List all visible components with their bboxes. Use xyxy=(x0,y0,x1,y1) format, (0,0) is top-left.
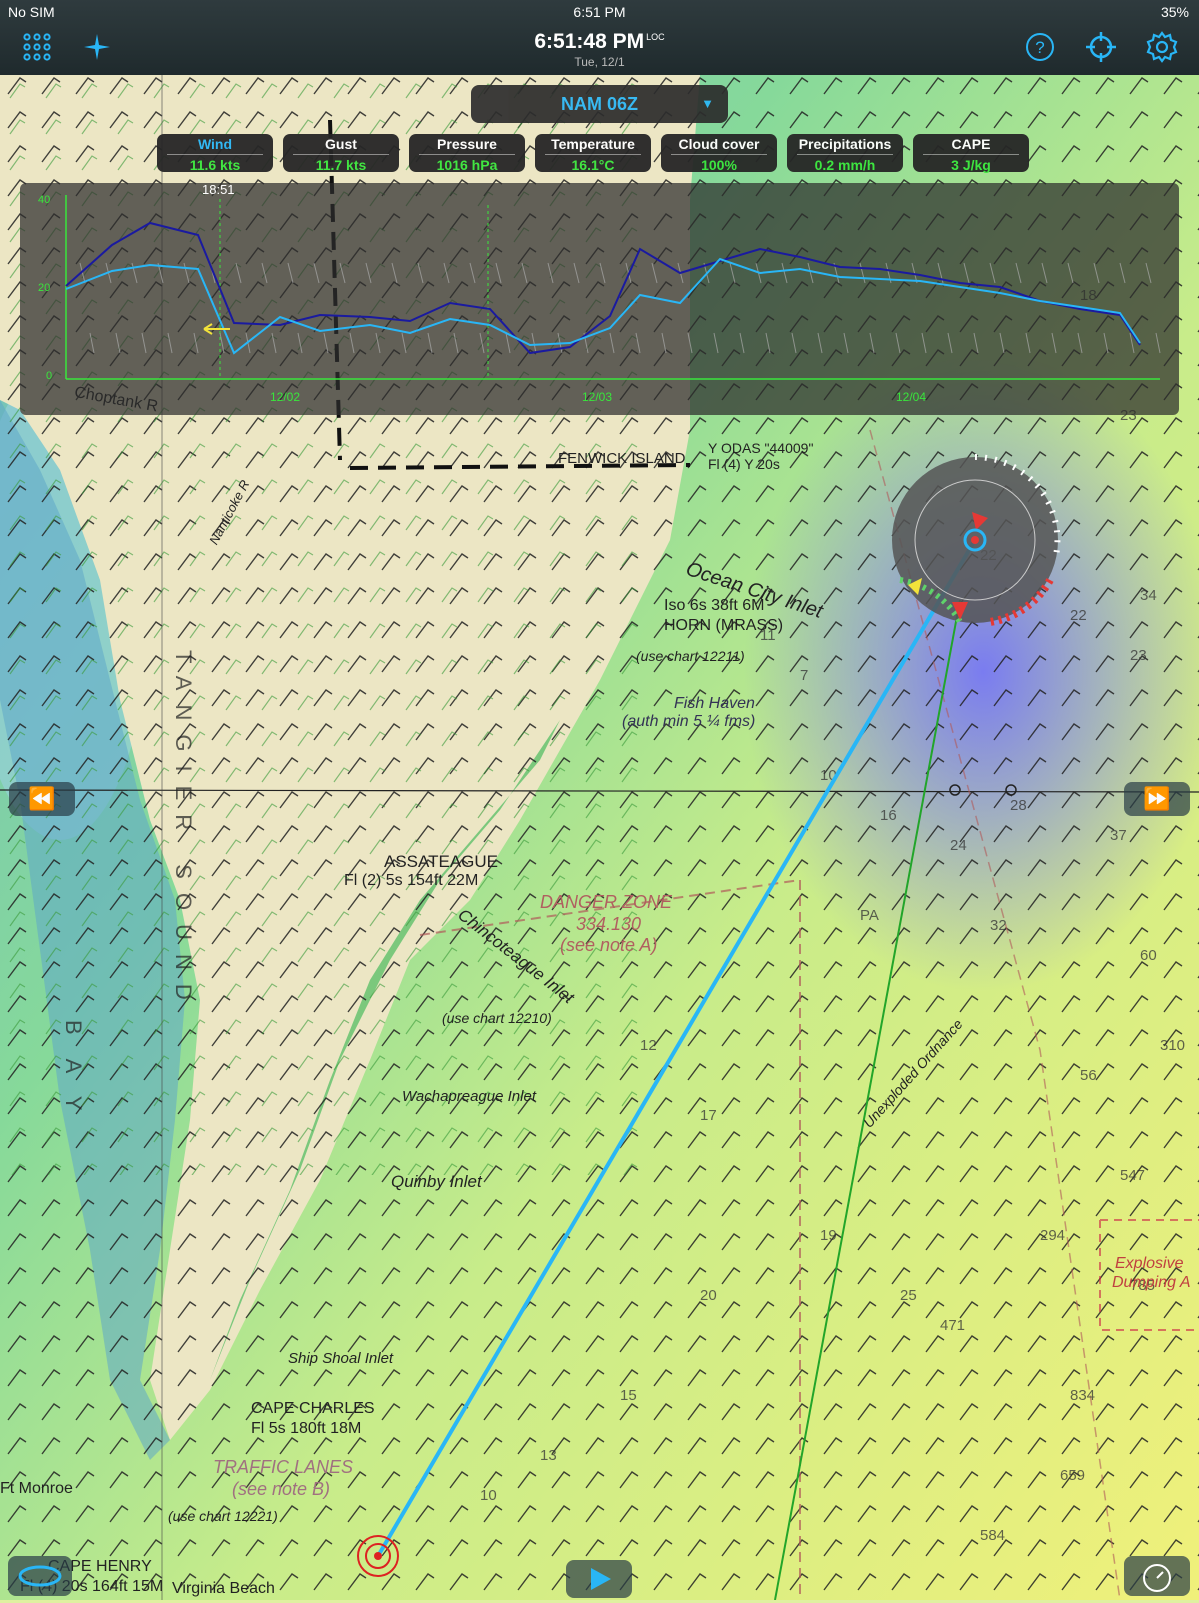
svg-text:23: 23 xyxy=(1130,647,1147,664)
svg-text:834: 834 xyxy=(1070,1387,1095,1404)
metric-value: 11.6 kts xyxy=(189,157,241,173)
metric-value: 0.2 mm/h xyxy=(814,157,876,173)
weather-model-selector[interactable]: NAM 06Z ▼ xyxy=(471,85,728,123)
metric-tab-cape[interactable]: CAPE 3 J/kg xyxy=(913,134,1029,173)
svg-text:15: 15 xyxy=(620,1387,637,1404)
svg-text:471: 471 xyxy=(940,1317,965,1334)
forecast-graph: 18:51 40 20 0 12/02 12/03 12/04 xyxy=(20,182,1179,415)
graph-ytick-0: 0 xyxy=(46,370,52,382)
svg-text:20: 20 xyxy=(700,1287,717,1304)
timer-button[interactable] xyxy=(1124,1556,1190,1596)
svg-text:60: 60 xyxy=(1140,947,1157,964)
graph-cursor-label: 18:51 xyxy=(202,183,235,197)
stopwatch-icon xyxy=(1143,1564,1171,1592)
metric-value: 1016 hPa xyxy=(436,157,498,173)
svg-text:785: 785 xyxy=(1130,1277,1155,1294)
svg-text:11: 11 xyxy=(760,627,776,644)
metric-label: Precipitations xyxy=(798,136,892,152)
metric-label: CAPE xyxy=(951,136,991,152)
svg-text:22: 22 xyxy=(1070,607,1087,624)
graph-xtick-1204: 12/04 xyxy=(896,390,926,404)
fast-forward-icon: ⏩ xyxy=(1143,786,1171,811)
play-icon xyxy=(591,1568,611,1590)
metric-label: Temperature xyxy=(551,136,635,152)
svg-text:16: 16 xyxy=(880,807,897,824)
graph-ytick-20: 20 xyxy=(38,282,50,294)
svg-text:584: 584 xyxy=(980,1527,1005,1544)
metric-divider xyxy=(293,154,389,155)
metric-tab-pressure[interactable]: Pressure 1016 hPa xyxy=(409,134,525,173)
metric-label: Cloud cover xyxy=(678,136,760,152)
svg-text:37: 37 xyxy=(1110,827,1127,844)
svg-text:32: 32 xyxy=(990,917,1007,934)
metric-label: Pressure xyxy=(437,136,497,152)
graph-xtick-1203: 12/03 xyxy=(582,390,612,404)
clock-date: Tue, 12/1 xyxy=(574,55,625,69)
metric-tab-temperature[interactable]: Temperature 16.1°C xyxy=(535,134,651,173)
graph-xtick-1202: 12/02 xyxy=(270,390,300,404)
svg-text:PA: PA xyxy=(860,907,879,924)
graph-ytick-40: 40 xyxy=(38,194,50,206)
battery-label: 35% xyxy=(1160,4,1189,20)
metric-value: 11.7 kts xyxy=(315,157,367,173)
play-button[interactable] xyxy=(566,1560,632,1598)
settings-gear-icon[interactable] xyxy=(1145,30,1179,64)
metric-tab-wind[interactable]: Wind 11.6 kts xyxy=(157,134,273,173)
svg-text:659: 659 xyxy=(1060,1467,1085,1484)
metric-tab-precipitations[interactable]: Precipitations 0.2 mm/h xyxy=(787,134,903,173)
svg-text:17: 17 xyxy=(700,1107,717,1124)
forecast-graph-svg: 18:51 40 20 0 12/02 12/03 12/04 xyxy=(38,182,1161,404)
metric-divider xyxy=(671,154,767,155)
svg-text:25: 25 xyxy=(900,1287,917,1304)
metric-value: 16.1°C xyxy=(571,157,615,173)
svg-text:547: 547 xyxy=(1120,1167,1145,1184)
metric-value: 3 J/kg xyxy=(951,157,991,173)
svg-text:24: 24 xyxy=(950,837,967,854)
boat-compass-marker xyxy=(892,454,1061,626)
layers-button[interactable] xyxy=(8,1556,72,1596)
metric-label: Gust xyxy=(325,136,357,152)
svg-text:34: 34 xyxy=(1140,587,1157,604)
crosshair-icon[interactable] xyxy=(1084,30,1118,64)
svg-text:28: 28 xyxy=(1010,797,1027,814)
step-back-button[interactable]: ⏪ xyxy=(9,782,75,816)
metric-divider xyxy=(545,154,641,155)
status-time: 6:51 PM xyxy=(573,4,626,20)
svg-text:56: 56 xyxy=(1080,1067,1097,1084)
rewind-icon: ⏪ xyxy=(28,786,56,811)
metric-divider xyxy=(797,154,893,155)
chevron-down-icon: ▼ xyxy=(701,96,714,111)
svg-text:294: 294 xyxy=(1040,1227,1065,1244)
svg-text:310: 310 xyxy=(1160,1037,1185,1054)
layers-icon xyxy=(18,1565,62,1587)
compass-star-icon[interactable] xyxy=(80,30,114,64)
clock-time: 6:51:48 PM xyxy=(534,30,645,53)
status-bar: No SIM 6:51 PM 35% xyxy=(0,0,1199,24)
metric-tab-gust[interactable]: Gust 11.7 kts xyxy=(283,134,399,173)
model-name: NAM 06Z xyxy=(560,94,638,114)
grid-menu-icon[interactable] xyxy=(20,30,54,64)
svg-text:13: 13 xyxy=(540,1447,557,1464)
svg-text:?: ? xyxy=(1035,38,1044,57)
graph-series-wind xyxy=(65,221,1141,355)
metric-divider xyxy=(419,154,515,155)
metric-divider xyxy=(167,154,263,155)
clock-display: 6:51:48 PM LOC Tue, 12/1 xyxy=(0,30,1199,69)
metric-value: 100% xyxy=(701,157,737,173)
help-icon[interactable]: ? xyxy=(1023,30,1057,64)
clock-suffix: LOC xyxy=(646,32,665,42)
metric-tab-cloud-cover[interactable]: Cloud cover 100% xyxy=(661,134,777,173)
svg-text:19: 19 xyxy=(820,1227,837,1244)
metric-divider xyxy=(923,154,1019,155)
step-forward-button[interactable]: ⏩ xyxy=(1124,782,1190,816)
svg-text:10: 10 xyxy=(480,1487,497,1504)
metric-label: Wind xyxy=(197,136,233,152)
svg-text:12: 12 xyxy=(640,1037,657,1054)
svg-text:7: 7 xyxy=(800,667,808,684)
